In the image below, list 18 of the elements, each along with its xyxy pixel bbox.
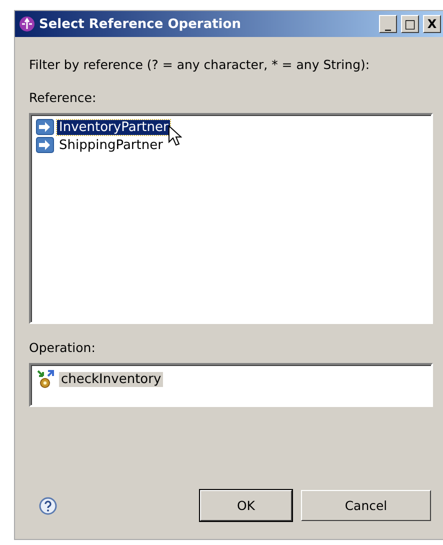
cursor-icon: [168, 125, 182, 147]
maximize-button[interactable]: □: [401, 15, 419, 33]
minimize-button[interactable]: _: [379, 15, 397, 33]
list-item[interactable]: InventoryPartner: [57, 120, 170, 134]
list-item[interactable]: ShippingPartner: [57, 138, 165, 152]
app-icon: [19, 16, 35, 32]
filter-label: Filter by reference (? = any character, * = any String):: [29, 57, 370, 72]
operation-list[interactable]: checkInventory: [29, 363, 433, 407]
close-button[interactable]: X: [423, 15, 441, 33]
help-icon[interactable]: [39, 496, 57, 514]
reference-label: Reference:: [29, 90, 96, 105]
ok-button[interactable]: OK: [200, 490, 292, 521]
gear-arrows-icon: [36, 369, 56, 389]
reference-list[interactable]: InventoryPartner ShippingPartner: [29, 113, 433, 324]
list-item[interactable]: checkInventory: [59, 372, 164, 386]
operation-label: Operation:: [29, 340, 96, 355]
cancel-button[interactable]: Cancel: [301, 490, 431, 521]
window-title: Select Reference Operation: [39, 16, 242, 32]
